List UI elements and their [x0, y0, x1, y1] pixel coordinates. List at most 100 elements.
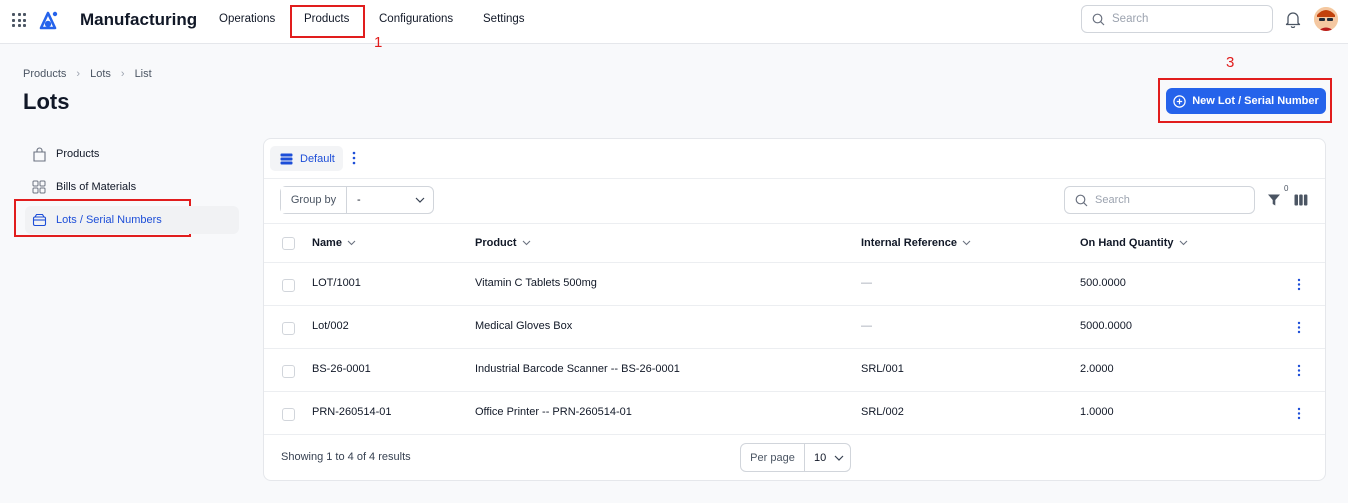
cell-on-hand-quantity: 500.0000 — [1080, 277, 1126, 289]
cell-internal-reference: — — [861, 320, 872, 332]
stack-icon — [280, 153, 293, 164]
annotation-box-1 — [290, 5, 365, 38]
annotation-label-3: 3 — [1226, 54, 1235, 71]
chevron-down-icon — [347, 240, 356, 246]
row-checkbox[interactable] — [282, 322, 295, 335]
plus-circle-icon — [1173, 94, 1186, 108]
column-header-internal-reference[interactable]: Internal Reference — [861, 237, 971, 249]
chevron-right-icon: › — [76, 68, 81, 80]
top-navbar: Manufacturing Operations Products Config… — [0, 0, 1348, 44]
row-checkbox[interactable] — [282, 279, 295, 292]
more-vertical-icon[interactable] — [352, 151, 356, 165]
app-title[interactable]: Manufacturing — [80, 10, 197, 30]
per-page-value[interactable]: 10 — [805, 444, 850, 471]
row-checkbox[interactable] — [282, 408, 295, 421]
app-logo-icon[interactable] — [37, 9, 59, 31]
sidebar-item-lots-serial-numbers[interactable]: Lots / Serial Numbers — [25, 206, 239, 234]
user-avatar[interactable] — [1314, 7, 1338, 31]
nav-operations[interactable]: Operations — [219, 13, 275, 25]
column-header-name[interactable]: Name — [312, 237, 356, 249]
lots-list-card: Default Group by - Search 0 Name Product… — [263, 138, 1326, 481]
search-placeholder: Search — [1112, 13, 1149, 25]
cell-internal-reference: — — [861, 277, 872, 289]
tab-default[interactable]: Default — [270, 146, 343, 171]
group-by-value[interactable]: - — [347, 187, 433, 213]
column-label: Internal Reference — [861, 237, 957, 249]
cell-name: BS-26-0001 — [312, 363, 371, 375]
per-page-label: Per page — [741, 444, 805, 471]
table-row[interactable]: LOT/1001 Vitamin C Tablets 500mg — 500.0… — [264, 263, 1325, 306]
global-search-input[interactable]: Search — [1081, 5, 1273, 33]
column-header-on-hand-quantity[interactable]: On Hand Quantity — [1080, 237, 1188, 249]
filter-icon[interactable] — [1267, 193, 1281, 207]
column-label: Product — [475, 237, 517, 249]
apps-grid-icon[interactable] — [12, 13, 26, 27]
cell-product: Office Printer -- PRN-260514-01 — [475, 406, 632, 418]
chevron-down-icon — [1179, 240, 1187, 246]
sidebar-item-label: Bills of Materials — [56, 181, 137, 193]
cell-on-hand-quantity: 5000.0000 — [1080, 320, 1132, 332]
row-actions-icon[interactable] — [1297, 407, 1301, 420]
avatar-image — [1314, 7, 1338, 31]
column-label: On Hand Quantity — [1080, 237, 1174, 249]
table-row[interactable]: PRN-260514-01 Office Printer -- PRN-2605… — [264, 392, 1325, 435]
group-by-value-text: - — [357, 194, 361, 206]
cell-product: Vitamin C Tablets 500mg — [475, 277, 597, 289]
cell-name: LOT/1001 — [312, 277, 361, 289]
cell-name: Lot/002 — [312, 320, 349, 332]
row-actions-icon[interactable] — [1297, 321, 1301, 334]
breadcrumb-lots[interactable]: Lots — [90, 68, 111, 80]
table-header: Name Product Internal Reference On Hand … — [264, 223, 1325, 263]
row-checkbox[interactable] — [282, 365, 295, 378]
tab-default-label: Default — [300, 152, 335, 165]
annotation-label-1: 1 — [374, 34, 383, 51]
sidebar-item-label: Lots / Serial Numbers — [56, 214, 162, 226]
grid-squares-icon — [31, 179, 47, 195]
bell-icon[interactable] — [1285, 10, 1301, 28]
breadcrumb: Products › Lots › List — [23, 68, 152, 80]
row-actions-icon[interactable] — [1297, 364, 1301, 377]
columns-icon[interactable] — [1294, 194, 1308, 206]
search-icon — [1092, 13, 1105, 26]
table-row[interactable]: BS-26-0001 Industrial Barcode Scanner --… — [264, 349, 1325, 392]
sidebar-item-products[interactable]: Products — [25, 140, 239, 168]
cell-on-hand-quantity: 2.0000 — [1080, 363, 1114, 375]
bag-icon — [31, 146, 47, 162]
chevron-right-icon: › — [120, 68, 125, 80]
page-title: Lots — [23, 89, 70, 114]
sidebar-item-label: Products — [56, 148, 100, 160]
new-lot-serial-button[interactable]: New Lot / Serial Number — [1166, 88, 1326, 114]
filter-count-badge: 0 — [1284, 184, 1289, 193]
chevron-down-icon — [962, 240, 971, 246]
column-header-product[interactable]: Product — [475, 237, 531, 249]
view-tabbar: Default — [264, 139, 1325, 179]
box-icon — [31, 212, 47, 228]
row-actions-icon[interactable] — [1297, 278, 1301, 291]
per-page-value-text: 10 — [814, 451, 827, 464]
nav-configurations[interactable]: Configurations — [379, 13, 453, 25]
breadcrumb-list: List — [134, 68, 152, 80]
cell-product: Medical Gloves Box — [475, 320, 573, 332]
cell-name: PRN-260514-01 — [312, 406, 392, 418]
chevron-down-icon — [415, 197, 425, 203]
cell-internal-reference: SRL/002 — [861, 406, 904, 418]
cell-product: Industrial Barcode Scanner -- BS-26-0001 — [475, 363, 680, 375]
group-by-label: Group by — [281, 187, 347, 213]
cell-internal-reference: SRL/001 — [861, 363, 904, 375]
breadcrumb-products[interactable]: Products — [23, 68, 66, 80]
chevron-down-icon — [522, 240, 530, 246]
column-label: Name — [312, 237, 342, 249]
cell-on-hand-quantity: 1.0000 — [1080, 406, 1114, 418]
sidebar-item-bills-of-materials[interactable]: Bills of Materials — [25, 173, 239, 201]
group-by-select[interactable]: Group by - — [280, 186, 434, 214]
table-search-input[interactable]: Search — [1064, 186, 1255, 214]
chevron-down-icon — [834, 455, 844, 461]
select-all-checkbox[interactable] — [282, 237, 295, 250]
table-search-placeholder: Search — [1095, 194, 1130, 206]
table-row[interactable]: Lot/002 Medical Gloves Box — 5000.0000 — [264, 306, 1325, 349]
new-button-label: New Lot / Serial Number — [1192, 95, 1319, 107]
search-icon — [1075, 194, 1088, 207]
nav-settings[interactable]: Settings — [483, 13, 525, 25]
per-page-select[interactable]: Per page 10 — [740, 443, 851, 472]
results-summary: Showing 1 to 4 of 4 results — [281, 451, 411, 463]
